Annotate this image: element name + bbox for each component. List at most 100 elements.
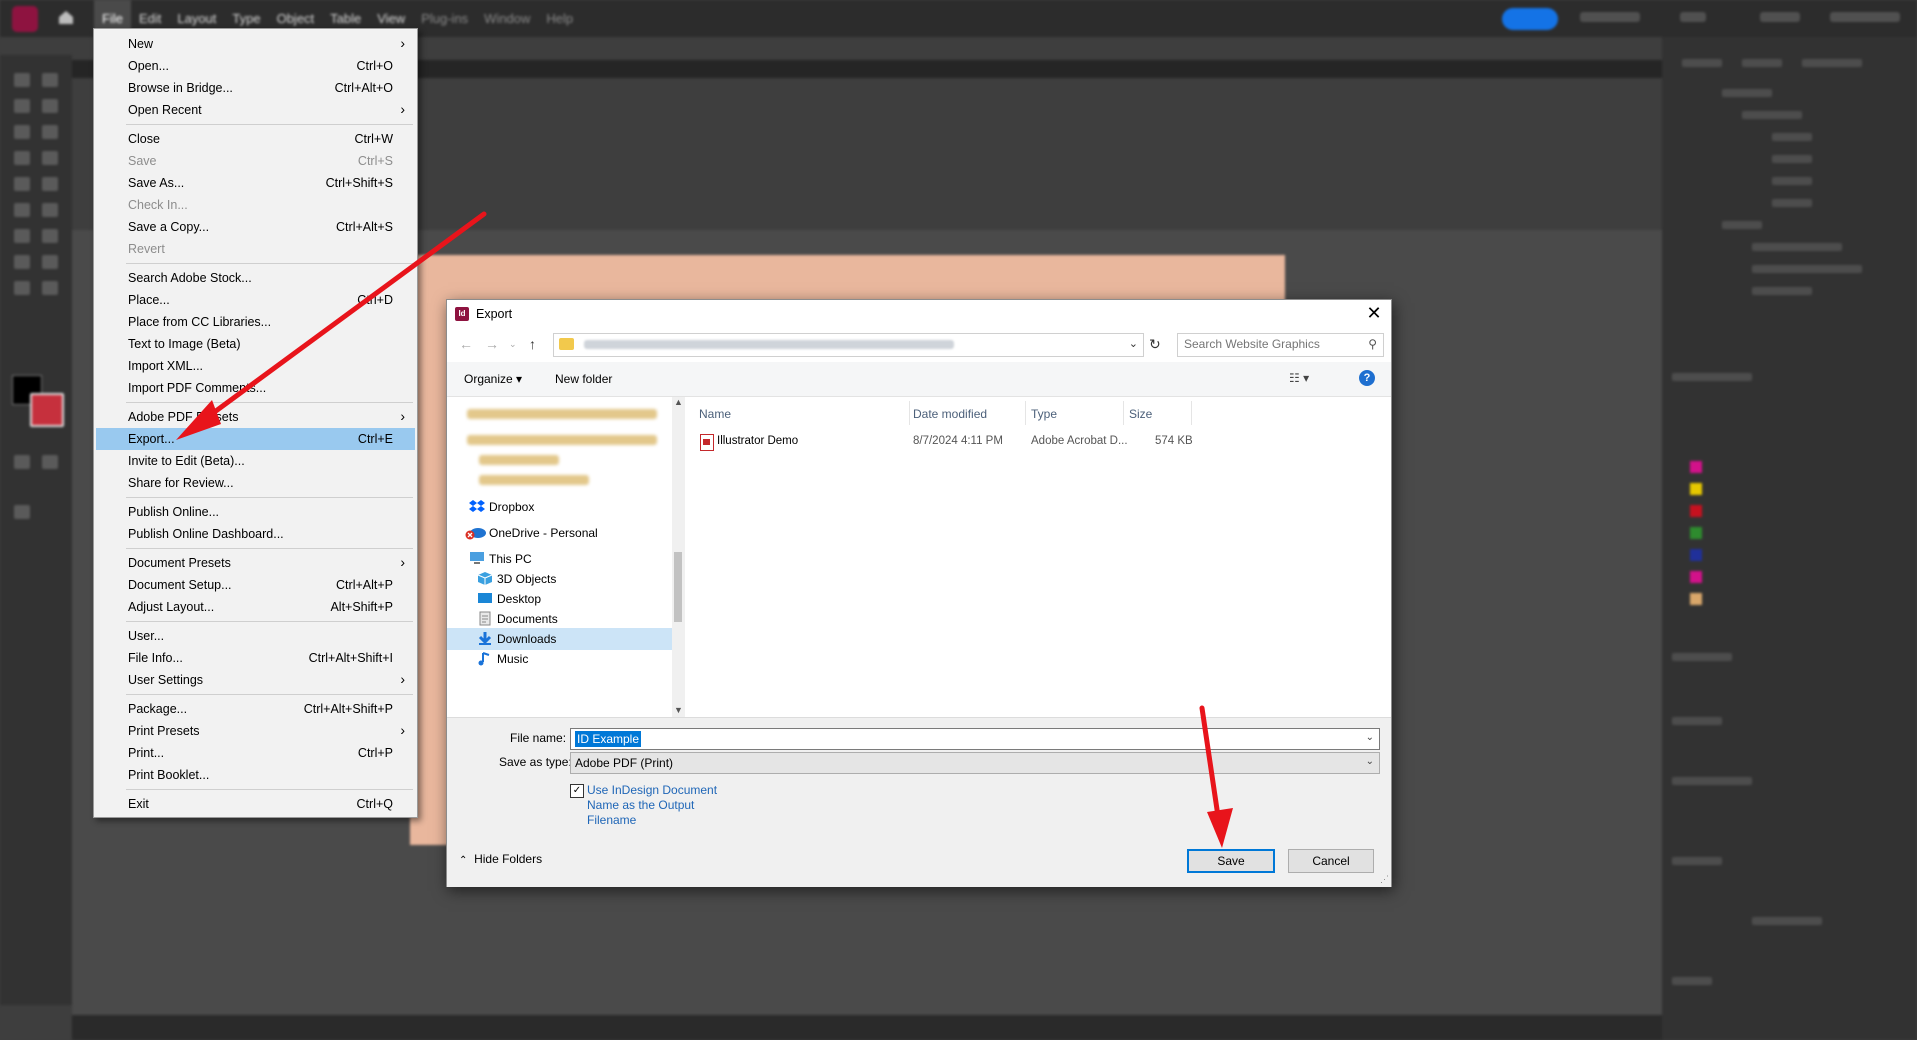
menu-item-publish-online-dashboard[interactable]: Publish Online Dashboard... [96, 523, 415, 545]
menu-item-search-adobe-stock[interactable]: Search Adobe Stock... [96, 267, 415, 289]
nav-item-blurred[interactable] [479, 475, 589, 485]
refresh-icon[interactable]: ↻ [1149, 336, 1161, 353]
menu-item-exit[interactable]: Exit Ctrl+Q [96, 793, 415, 815]
menu-item-import-pdf-comments[interactable]: Import PDF Comments... [96, 377, 415, 399]
column-divider[interactable] [909, 401, 910, 425]
column-divider[interactable] [1191, 401, 1192, 425]
menu-item-adobe-pdf-presets[interactable]: Adobe PDF Presets › [96, 406, 415, 428]
menu-item-open[interactable]: Open... Ctrl+O [96, 55, 415, 77]
hide-folders-button[interactable]: ⌃ Hide Folders [459, 852, 542, 866]
layer-row[interactable] [1772, 177, 1812, 185]
screen-mode-icon[interactable] [14, 505, 30, 519]
eyedropper-tool-icon[interactable] [42, 255, 58, 269]
nav-item-downloads[interactable]: Downloads [447, 628, 672, 650]
column-divider[interactable] [1123, 401, 1124, 425]
pencil-tool-icon[interactable] [14, 177, 30, 191]
menu-item-place-from-cc-libraries[interactable]: Place from CC Libraries... [96, 311, 415, 333]
formatting-icon[interactable] [14, 455, 30, 469]
address-bar[interactable]: ⌄ [553, 333, 1144, 357]
menu-item-open-recent[interactable]: Open Recent › [96, 99, 415, 121]
direct-selection-tool-icon[interactable] [42, 73, 58, 87]
menu-item-invite-to-edit[interactable]: Invite to Edit (Beta)... [96, 450, 415, 472]
menu-item-print-booklet[interactable]: Print Booklet... [96, 764, 415, 786]
menu-window[interactable]: Window [476, 0, 538, 37]
pen-tool-icon[interactable] [42, 151, 58, 165]
menu-item-share-for-review[interactable]: Share for Review... [96, 472, 415, 494]
file-row[interactable]: Illustrator Demo 8/7/2024 4:11 PM Adobe … [697, 431, 1377, 453]
menu-item-package[interactable]: Package... Ctrl+Alt+Shift+P [96, 698, 415, 720]
recent-locations-icon[interactable]: ⌄ [509, 339, 517, 350]
panel-tab[interactable] [1682, 59, 1722, 67]
swatch-yellow[interactable] [1690, 483, 1702, 495]
selection-tool-icon[interactable] [14, 73, 30, 87]
share-button[interactable] [1502, 8, 1558, 30]
help-icon[interactable]: ? [1359, 370, 1375, 386]
save-button[interactable]: Save [1187, 849, 1275, 873]
menu-item-save-as[interactable]: Save As... Ctrl+Shift+S [96, 172, 415, 194]
layer-row[interactable] [1772, 199, 1812, 207]
gradient-tool-icon[interactable] [42, 229, 58, 243]
layer-row[interactable] [1722, 221, 1762, 229]
menu-plugins[interactable]: Plug-ins [413, 0, 476, 37]
change-view-icon[interactable]: ☷ ▾ [1289, 371, 1309, 385]
new-folder-button[interactable]: New folder [555, 372, 612, 386]
breadcrumb[interactable] [584, 340, 954, 349]
forward-arrow-icon[interactable]: → [485, 336, 499, 352]
column-divider[interactable] [1025, 401, 1026, 425]
transform-tool-icon[interactable] [14, 229, 30, 243]
layer-row[interactable] [1722, 89, 1772, 97]
menu-item-browse-in-bridge[interactable]: Browse in Bridge... Ctrl+Alt+O [96, 77, 415, 99]
menu-item-new[interactable]: New › [96, 33, 415, 55]
menu-item-adjust-layout[interactable]: Adjust Layout... Alt+Shift+P [96, 596, 415, 618]
layer-row[interactable] [1752, 265, 1862, 273]
swatch-pink[interactable] [1690, 571, 1702, 583]
layer-row[interactable] [1752, 287, 1812, 295]
swatch-red[interactable] [1690, 505, 1702, 517]
menu-item-text-to-image[interactable]: Text to Image (Beta) [96, 333, 415, 355]
line-tool-icon[interactable] [14, 151, 30, 165]
window-controls[interactable] [1830, 12, 1900, 22]
hand-tool-icon[interactable] [14, 281, 30, 295]
menu-item-place[interactable]: Place... Ctrl+D [96, 289, 415, 311]
nav-item-blurred[interactable] [467, 435, 657, 445]
swatch-tan[interactable] [1690, 593, 1702, 605]
file-name-input[interactable]: ID Example ⌄ [570, 728, 1380, 750]
layer-row[interactable] [1772, 133, 1812, 141]
layer-row[interactable] [1772, 155, 1812, 163]
apply-color-icon[interactable] [42, 455, 58, 469]
nav-pane-scroll-thumb[interactable] [674, 552, 682, 622]
column-header-size[interactable]: Size [1129, 407, 1152, 421]
menu-item-document-setup[interactable]: Document Setup... Ctrl+Alt+P [96, 574, 415, 596]
organize-button[interactable]: Organize ▾ [464, 372, 522, 386]
column-header-date[interactable]: Date modified [913, 407, 987, 421]
type-tool-icon[interactable] [42, 125, 58, 139]
search-icon[interactable]: ⚲ [1368, 337, 1377, 351]
nav-item-documents[interactable]: Documents [447, 608, 672, 630]
file-name-value[interactable]: ID Example [575, 731, 642, 747]
nav-item-this-pc[interactable]: This PC [447, 548, 672, 570]
swatch-magenta[interactable] [1690, 461, 1702, 473]
scroll-up-icon[interactable]: ▲ [674, 397, 683, 407]
page-tool-icon[interactable] [14, 99, 30, 113]
menu-item-print[interactable]: Print... Ctrl+P [96, 742, 415, 764]
nav-item-desktop[interactable]: Desktop [447, 588, 672, 610]
menu-item-save-a-copy[interactable]: Save a Copy... Ctrl+Alt+S [96, 216, 415, 238]
scroll-down-icon[interactable]: ▼ [674, 705, 683, 715]
rectangle-tool-icon[interactable] [14, 203, 30, 217]
menu-item-close[interactable]: Close Ctrl+W [96, 128, 415, 150]
swatch-green[interactable] [1690, 527, 1702, 539]
gap-tool-icon[interactable] [42, 99, 58, 113]
use-document-name-checkbox[interactable]: ✓ [570, 784, 584, 798]
swatch-blue[interactable] [1690, 549, 1702, 561]
nav-item-music[interactable]: Music [447, 648, 672, 670]
search-input[interactable] [1184, 336, 1359, 352]
layer-row[interactable] [1752, 243, 1842, 251]
search-box[interactable]: ⚲ [1177, 333, 1384, 357]
workspace-switcher[interactable] [1580, 12, 1640, 22]
use-document-name-label[interactable]: Use InDesign Document Name as the Output… [587, 783, 727, 828]
menu-help[interactable]: Help [538, 0, 581, 37]
nav-item-blurred[interactable] [479, 455, 559, 465]
column-header-name[interactable]: Name [699, 407, 731, 421]
back-arrow-icon[interactable]: ← [459, 336, 473, 352]
home-icon[interactable] [58, 10, 74, 25]
